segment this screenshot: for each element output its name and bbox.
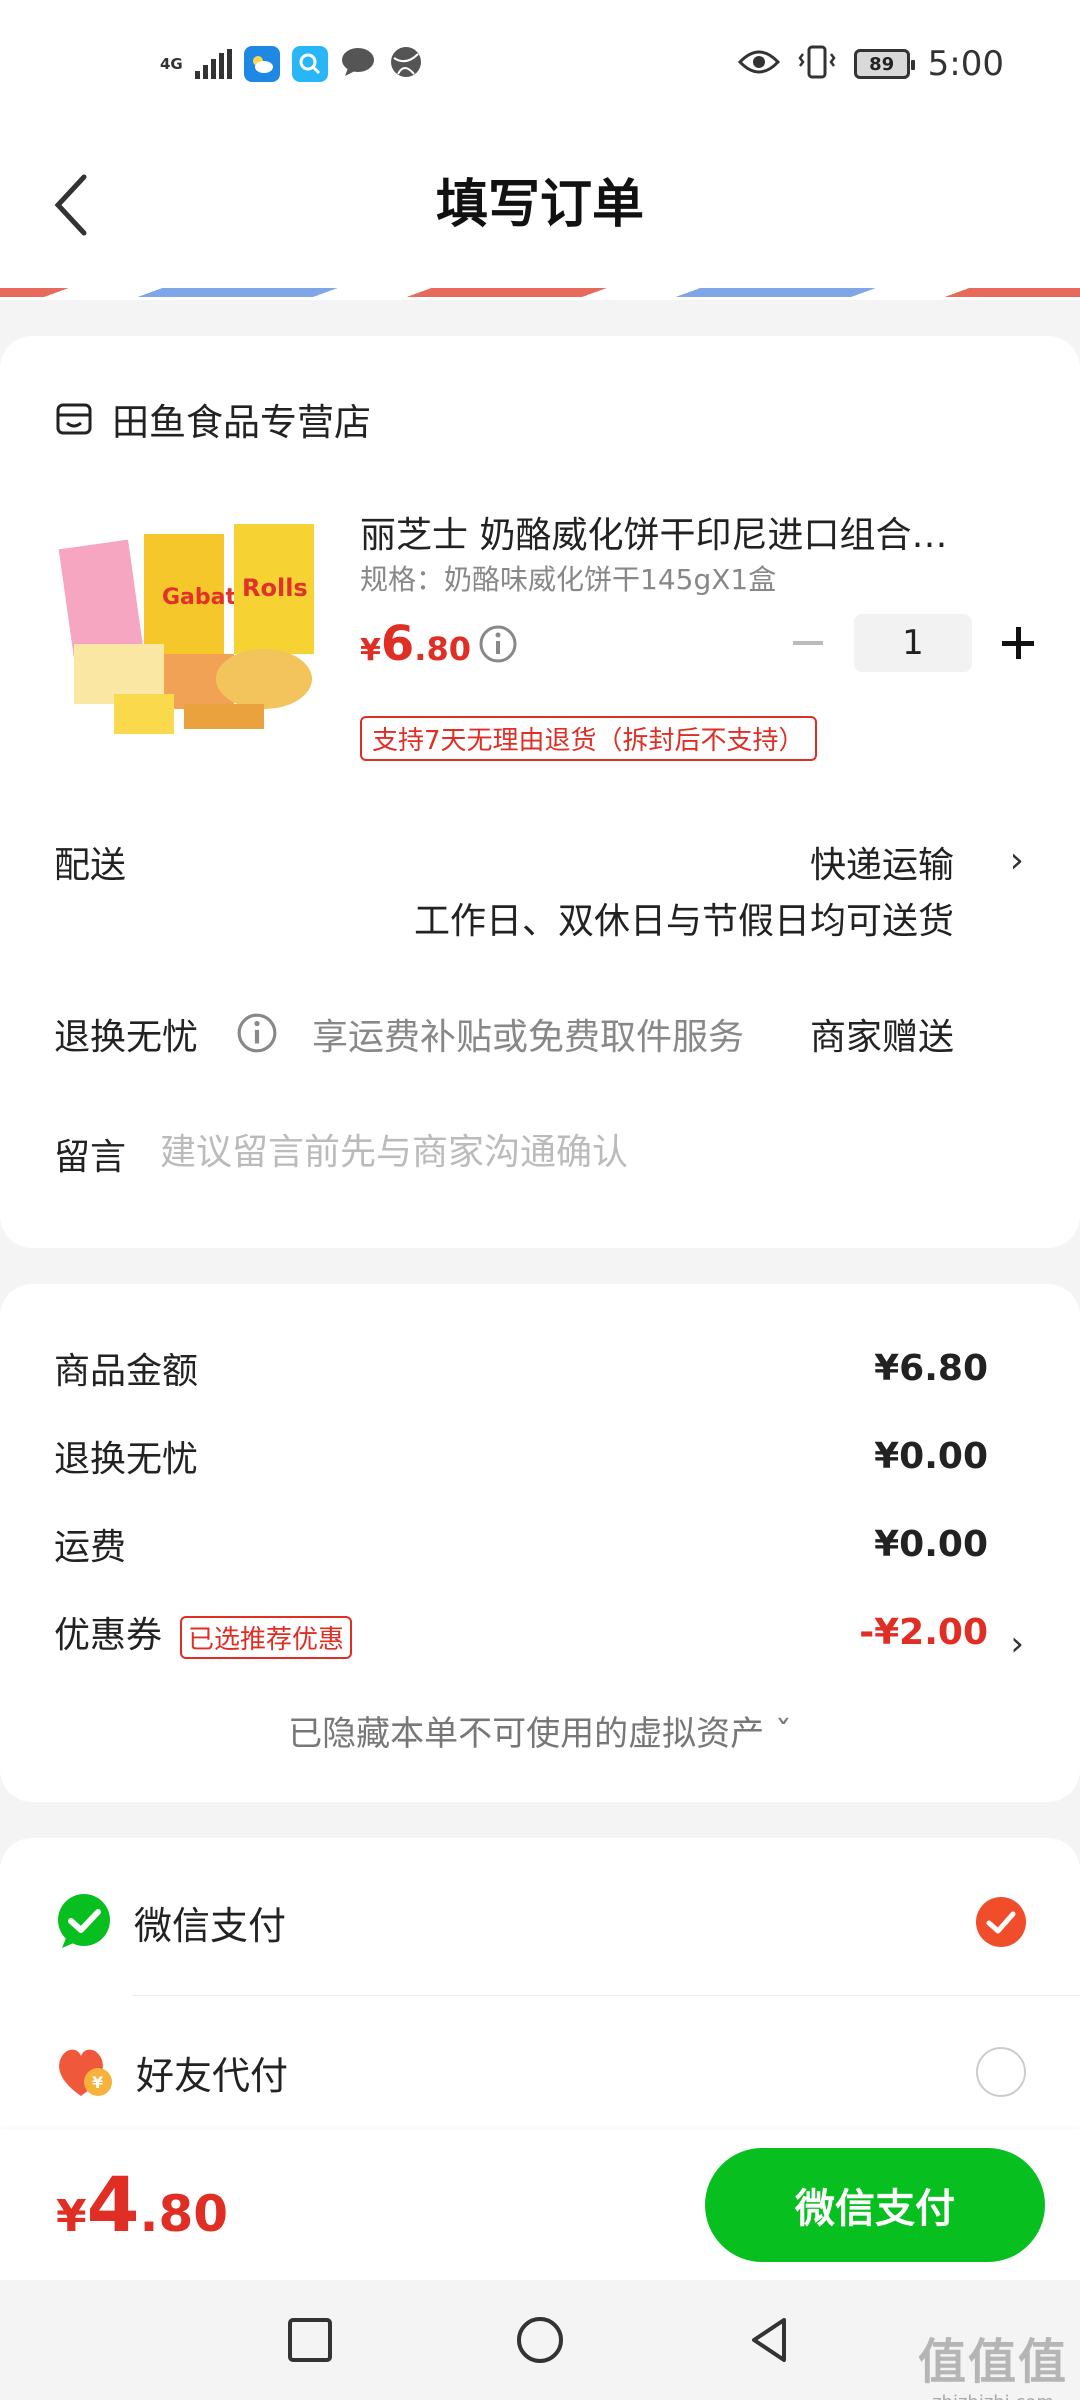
quantity-value[interactable]: 1 [854,614,972,672]
minus-icon [793,641,823,645]
wechat-pay-icon [58,1894,110,1948]
price-decimal: .80 [414,630,471,668]
worry-free-row: 退换无忧 ¥0.00 [54,1430,988,1482]
info-icon[interactable] [478,624,518,664]
watermark-logo: 值值值 [917,2334,1068,2390]
worry-free-fee-value: ¥0.00 [874,1435,988,1477]
svg-text:Rolls: Rolls [242,574,308,602]
total-currency: ¥ [56,2191,87,2242]
message-input[interactable] [160,1124,1020,1180]
checkmark-icon[interactable] [976,1897,1026,1947]
message-label: 留言 [54,1137,127,1178]
divider [132,1995,1080,1996]
status-right: 89 5:00 [737,44,1004,84]
payment-option-wechat[interactable]: 微信支付 [54,1872,1026,1972]
shipping-row: 运费 ¥0.00 [54,1518,988,1570]
recent-apps-icon[interactable] [280,2310,340,2370]
friend-pay-label: 好友代付 [136,2053,289,2098]
airmail-border [0,278,1080,300]
worry-free-desc: 享运费补贴或免费取件服务 [312,1017,745,1058]
coupon-label: 优惠券 [54,1615,163,1656]
signal-icon [194,49,232,79]
goods-amount-row: 商品金额 ¥6.80 [54,1342,988,1394]
watermark: 值值值 zhizhizhi.com [918,2322,1068,2400]
delivery-label: 配送 [54,845,127,886]
page-title: 填写订单 [435,175,644,235]
total-integer: 4 [86,2160,140,2249]
product-image[interactable]: Gabati Rolls [54,504,324,744]
total-decimal: .80 [139,2185,229,2243]
order-card: 田鱼食品专营店 Gabati Rolls 丽芝士 奶酪威化饼干印尼进口组合… 规… [0,336,1080,1248]
worry-free-fee-label: 退换无忧 [54,1439,199,1480]
coupon-value: -¥2.00 [859,1611,988,1653]
weather-app-icon [243,46,280,82]
goods-amount-label: 商品金额 [54,1351,199,1392]
vibrate-icon [798,44,836,84]
back-nav-icon[interactable] [740,2310,800,2370]
worry-free-label: 退换无忧 [54,1017,199,1058]
quantity-stepper: 1 [780,614,1046,672]
delivery-method[interactable]: 快递运输 [810,836,954,888]
clock: 5:00 [927,44,1004,84]
shipping-value: ¥0.00 [874,1523,988,1565]
return-policy-badge: 支持7天无理由退货（拆封后不支持） [360,716,817,761]
network-type: 4G [160,55,183,73]
coupon-badge: 已选推荐优惠 [180,1615,353,1659]
radio-unchecked-icon[interactable] [976,2047,1026,2097]
status-bar: 4G 89 5:00 [0,0,1080,130]
wechat-pay-label: 微信支付 [134,1903,287,1948]
chevron-right-icon[interactable]: › [1010,840,1024,881]
watermark-url: zhizhizhi.com [918,2392,1068,2400]
store-row[interactable]: 田鱼食品专营店 [54,392,371,446]
heart-pay-icon: ¥ [59,2049,112,2096]
store-icon [56,403,92,435]
product-spec[interactable]: 规格：奶酪味威化饼干145gX1盒 [360,558,776,598]
coupon-label-group: 优惠券 已选推荐优惠 [54,1606,353,1659]
hidden-assets-toggle[interactable]: 已隐藏本单不可使用的虚拟资产 ˇ [0,1706,1080,1755]
price-currency: ¥ [360,633,381,668]
status-left: 4G [160,44,424,84]
product-price: ¥6.80 [360,616,471,672]
svg-text:¥: ¥ [92,2073,103,2092]
decrease-button[interactable] [780,615,836,671]
shipping-label: 运费 [54,1527,127,1568]
chat-bubble-icon [340,46,376,82]
svg-text:Gabati: Gabati [162,585,244,610]
store-name: 田鱼食品专营店 [112,401,371,444]
checkout-bar: ¥4.80 微信支付 [0,2130,1080,2280]
goods-amount-value: ¥6.80 [874,1347,988,1389]
search-app-icon [291,46,328,82]
battery-indicator: 89 [853,49,915,79]
total-price: ¥4.80 [56,2160,228,2249]
payment-option-friend[interactable]: ¥ 好友代付 [54,2022,1026,2122]
eye-icon [737,48,780,80]
increase-button[interactable] [990,615,1046,671]
coupon-row[interactable]: 优惠券 已选推荐优惠 -¥2.00 [54,1606,988,1659]
chevron-right-icon[interactable]: › [1010,1624,1024,1664]
delivery-desc: 工作日、双休日与节假日均可送货 [413,901,954,942]
price-integer: 6 [380,616,415,672]
ball-icon [388,44,424,84]
price-summary-card: 商品金额 ¥6.80 退换无忧 ¥0.00 运费 ¥0.00 优惠券 已选推荐优惠… [0,1284,1080,1802]
header: 填写订单 [0,130,1080,280]
home-icon[interactable] [510,2310,570,2370]
wechat-pay-button[interactable]: 微信支付 [705,2148,1045,2262]
worry-free-gift: 商家赠送 [809,1017,954,1058]
info-icon[interactable] [236,1012,278,1054]
product-title[interactable]: 丽芝士 奶酪威化饼干印尼进口组合… [360,506,1000,558]
